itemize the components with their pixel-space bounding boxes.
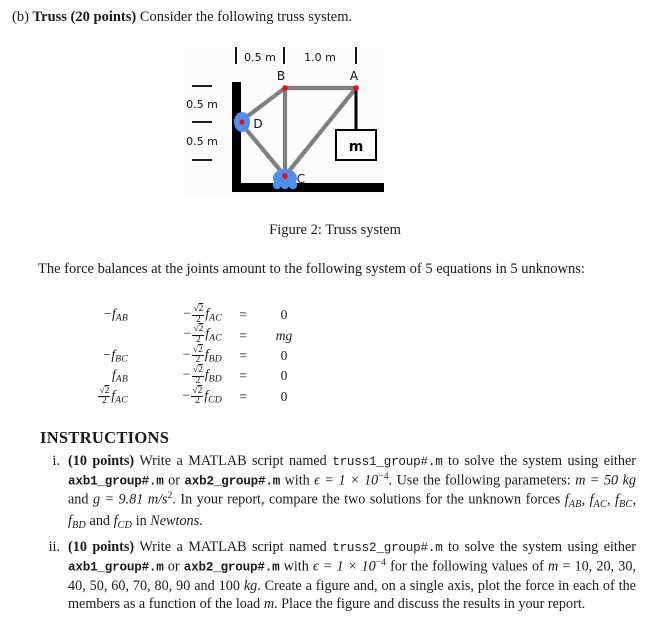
joint-label-C: C <box>297 172 305 186</box>
alt-script-2-i: axb2_group#.m <box>184 474 281 489</box>
instruction-text-i-6: and <box>68 492 93 509</box>
instruction-text-i-10: . <box>199 512 203 529</box>
equation-row-4: fAB − √2 2 fBD = 0 <box>62 365 308 386</box>
instruction-points-i: (10 points) <box>68 453 135 469</box>
document-page: (b) Truss (20 points) Consider the follo… <box>0 0 670 630</box>
figure-caption: Figure 2: Truss system <box>269 222 401 238</box>
problem-title: Truss (20 points) <box>32 9 137 25</box>
eq1-rhs: 0 <box>280 307 288 323</box>
body-paragraph: The force balances at the joints amount … <box>38 261 585 277</box>
eq5-equals: = <box>238 388 248 404</box>
epsilon-exponent-i: −4 <box>378 470 389 482</box>
instructions-list: i. (10 points) Write a MATLAB script name… <box>40 452 636 620</box>
instruction-points-ii: (10 points) <box>68 539 135 556</box>
wall-vertical <box>232 82 241 192</box>
eq3-equals: = <box>238 347 248 363</box>
problem-label: (b) <box>12 9 29 25</box>
alt-script-2-ii: axb2_group#.m <box>183 560 280 575</box>
instruction-text-i-8: and <box>85 512 114 529</box>
instruction-marker-i: i. <box>52 453 61 469</box>
dim-label-horizontal-2: 1.0 m <box>304 51 336 64</box>
problem-statement-line: (b) Truss (20 points) Consider the follo… <box>12 8 652 28</box>
param-g-i: g = 9.81 m/s <box>92 492 168 509</box>
alt-script-1-ii: axb1_group#.m <box>68 560 164 575</box>
equation-row-2: − √2 2 fAC = mg <box>62 325 308 345</box>
epsilon-exponent-ii: −4 <box>375 556 386 568</box>
eq2-term1 <box>62 325 132 345</box>
joint-B-dot <box>282 85 288 91</box>
script-name-ii: truss2_group#.m <box>332 541 443 556</box>
joint-label-D: D <box>253 117 262 131</box>
eq2-term2: − √2 2 fAC <box>182 324 222 346</box>
joint-D-dot <box>239 119 245 125</box>
eq3-rhs: 0 <box>280 347 288 363</box>
truss-diagram: 0.5 m 1.0 m 0.5 m 0.5 m m B A C D <box>186 47 384 192</box>
instruction-marker-ii: ii. <box>48 539 60 556</box>
instruction-text-i-7: . In your report, compare the two soluti… <box>172 492 565 509</box>
equation-row-3: −fBC − √2 2 fBD = 0 <box>62 344 308 366</box>
eq4-term2: − √2 2 fBD <box>181 365 222 386</box>
epsilon-value-ii: ϵ = 1 × 10 <box>312 558 376 575</box>
ground-horizontal <box>232 183 384 192</box>
joint-label-A: A <box>350 69 359 83</box>
equation-row-5: √2 2 fAC − √2 2 fCD = 0 <box>62 385 308 407</box>
script-name-i: truss1_group#.m <box>332 455 443 469</box>
eq1-equals: = <box>238 307 248 323</box>
eq4-equals: = <box>238 368 248 384</box>
dim-label-horizontal-1: 0.5 m <box>244 51 276 64</box>
joint-label-B: B <box>277 69 285 83</box>
equation-system: −fAB − √2 2 fAC = 0 − √2 2 fAC = mg −fBC − √2 2 f… <box>62 304 362 407</box>
eq2-rhs: mg <box>275 327 293 343</box>
instruction-text-i-9: in <box>132 512 151 529</box>
instruction-text-ii-4: with <box>279 558 313 575</box>
eq5-term2: − √2 2 fCD <box>181 385 222 407</box>
equation-row-1: −fAB − √2 2 fAC = 0 <box>62 304 308 325</box>
eq5-rhs: 0 <box>280 388 288 404</box>
unit-kg-ii: kg <box>243 577 258 594</box>
dim-label-vertical-2: 0.5 m <box>186 135 218 148</box>
instruction-text-ii-2: to solve the system using either <box>442 539 636 556</box>
param-m-i: m = 50 kg <box>575 472 636 489</box>
unit-newtons-i: Newtons <box>150 512 200 529</box>
joint-C-dot <box>282 173 288 179</box>
alt-script-1-i: axb1_group#.m <box>68 474 164 489</box>
instruction-item-ii: ii. (10 points) Write a MATLAB script nam… <box>40 538 636 614</box>
force-last-i: fCD <box>113 512 133 531</box>
instruction-item-i: i. (10 points) Write a MATLAB script name… <box>40 452 637 532</box>
dim-label-vertical-1: 0.5 m <box>186 98 218 111</box>
instruction-text-i-2: to solve the system using either <box>442 453 636 469</box>
eq1-term1: −fAB <box>102 306 128 325</box>
instruction-text-ii-3: or <box>163 558 184 575</box>
truss-figure-panel: 0.5 m 1.0 m 0.5 m 0.5 m m B A C D <box>184 42 384 194</box>
eq4-term1: fAB <box>111 367 128 386</box>
instructions-heading: INSTRUCTIONS <box>40 428 170 447</box>
eq5-term1: √2 2 fAC <box>98 385 128 407</box>
instruction-text-i-5: . Use the following parameters: <box>388 472 576 489</box>
instruction-text-ii-1: Write a MATLAB script named <box>134 539 333 556</box>
instruction-text-ii-5: for the following values of <box>385 558 548 575</box>
eq3-term1: −fBC <box>102 347 128 365</box>
joint-A-dot <box>353 85 359 91</box>
eq1-term2: − √2 2 fAC <box>182 304 222 325</box>
instruction-text-i-3: or <box>163 472 185 489</box>
problem-statement-text: Consider the following truss system. <box>139 9 353 25</box>
load-variable-ii: m <box>263 596 275 613</box>
instruction-text-i-1: Write a MATLAB script named <box>134 453 333 469</box>
roller-support-C <box>272 169 298 190</box>
eq3-term2: − √2 2 fBD <box>181 344 222 366</box>
m-variable-ii: m <box>547 558 559 575</box>
eq2-equals: = <box>238 327 248 343</box>
instruction-text-ii-8: . Place the figure and discuss the resul… <box>274 596 586 613</box>
instruction-text-i-4: with <box>280 472 315 489</box>
epsilon-value-i: ϵ = 1 × 10 <box>314 472 379 489</box>
mass-box-label: m <box>349 139 364 155</box>
eq4-rhs: 0 <box>280 368 288 384</box>
